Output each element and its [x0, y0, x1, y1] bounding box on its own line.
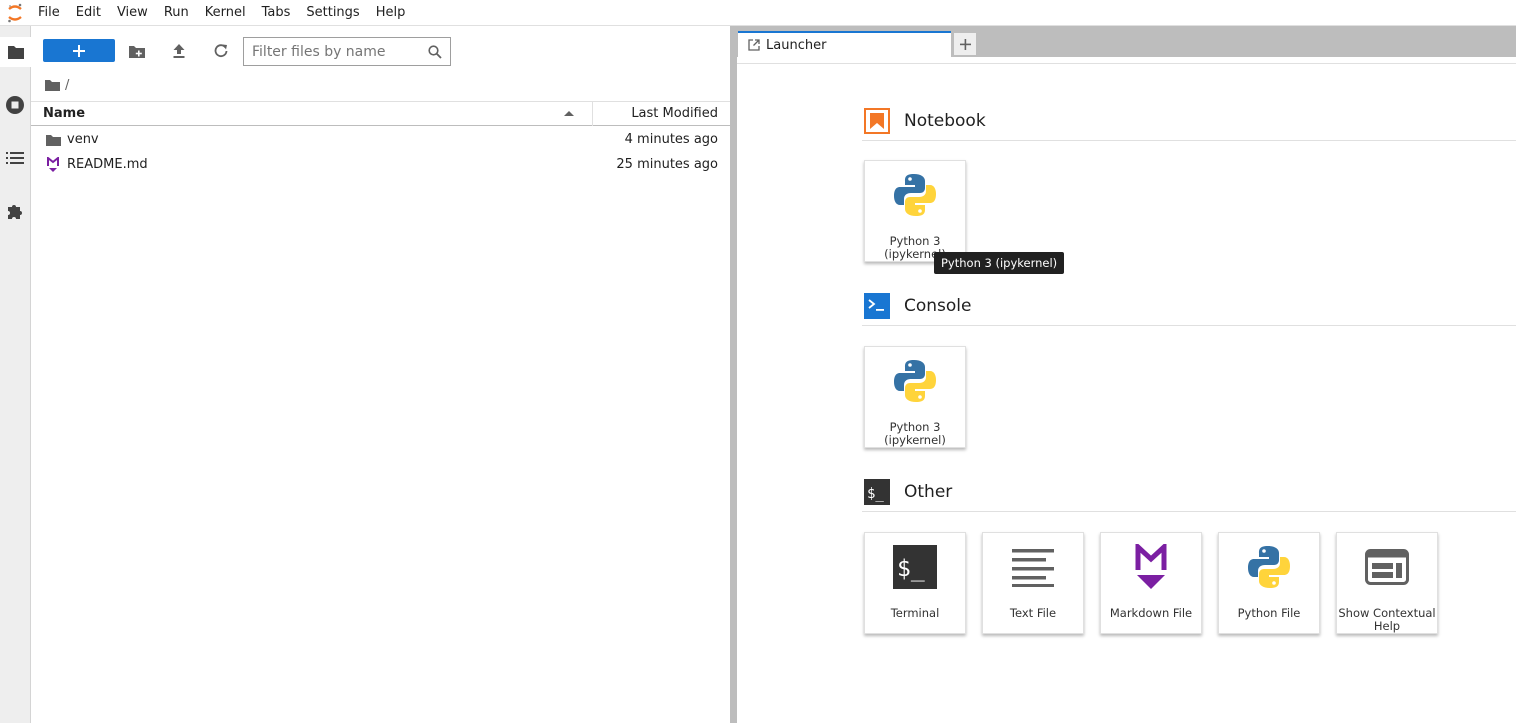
menu-edit[interactable]: Edit — [68, 0, 109, 26]
filter-files-input[interactable] — [244, 39, 422, 64]
home-folder-icon[interactable] — [45, 79, 60, 91]
jupyter-logo-icon — [0, 0, 30, 26]
new-folder-button[interactable] — [124, 39, 150, 63]
python-logo-icon — [1243, 541, 1295, 593]
menu-help[interactable]: Help — [368, 0, 414, 26]
file-browser-tab[interactable] — [0, 37, 31, 67]
launch-icon — [747, 38, 761, 52]
text-file-icon — [1007, 541, 1059, 593]
section-title: Other — [904, 481, 953, 502]
console-python3-card[interactable]: Python 3 (ipykernel) — [864, 346, 966, 448]
card-label: Text File — [1009, 606, 1057, 620]
menu-settings[interactable]: Settings — [298, 0, 367, 26]
file-name: venv — [67, 132, 99, 147]
file-row-venv[interactable]: venv 4 minutes ago — [31, 127, 730, 152]
refresh-icon — [214, 44, 228, 58]
card-label: Python 3 (ipykernel) — [884, 420, 946, 447]
notebook-python3-card[interactable]: Python 3 (ipykernel) — [864, 160, 966, 262]
card-label: Markdown File — [1109, 606, 1193, 620]
tab-bar: Launcher — [737, 26, 1516, 57]
upload-button[interactable] — [166, 39, 192, 63]
console-icon — [863, 292, 891, 320]
folder-icon — [45, 132, 61, 148]
python-logo-icon — [889, 169, 941, 221]
plus-icon — [73, 44, 85, 57]
menubar: File Edit View Run Kernel Tabs Settings … — [0, 0, 1516, 26]
contextual-help-card[interactable]: Show Contextual Help — [1336, 532, 1438, 634]
table-of-contents-tab[interactable] — [0, 143, 30, 173]
terminal-card[interactable]: $_ Terminal — [864, 532, 966, 634]
list-icon — [6, 152, 24, 164]
last-modified-column-header[interactable]: Last Modified — [594, 102, 730, 126]
terminal-icon: $_ — [889, 541, 941, 593]
notebook-icon — [863, 107, 891, 135]
python-file-card[interactable]: Python File — [1218, 532, 1320, 634]
new-launcher-button[interactable] — [43, 39, 115, 62]
menu-tabs[interactable]: Tabs — [254, 0, 299, 26]
tab-label: Launcher — [766, 37, 827, 53]
file-modified: 4 minutes ago — [624, 132, 718, 147]
name-column-header[interactable]: Name — [31, 102, 593, 126]
card-label: Terminal — [890, 606, 940, 620]
new-folder-icon — [129, 45, 145, 58]
card-label: Python File — [1237, 606, 1301, 620]
notebook-section-header: Notebook — [862, 101, 1516, 141]
refresh-button[interactable] — [208, 39, 234, 63]
puzzle-icon — [8, 205, 22, 219]
markdown-file-icon — [45, 156, 61, 173]
svg-text:$_: $_ — [867, 486, 884, 502]
file-browser-panel: / Name Last Modified venv 4 minutes ago … — [31, 26, 730, 723]
extension-manager-tab[interactable] — [0, 196, 30, 226]
contextual-help-icon — [1361, 541, 1413, 593]
upload-icon — [173, 44, 185, 58]
panel-splitter[interactable] — [730, 26, 737, 723]
file-name: README.md — [67, 157, 148, 172]
folder-icon — [7, 46, 24, 59]
menu-file[interactable]: File — [30, 0, 68, 26]
breadcrumb: / — [45, 74, 69, 96]
markdown-file-card[interactable]: Markdown File — [1100, 532, 1202, 634]
section-title: Notebook — [904, 110, 986, 131]
name-column-label: Name — [43, 106, 86, 121]
main-dock-area: Launcher Notebook Python 3 (ipykernel) C… — [737, 26, 1516, 723]
other-section-header: $_ Other — [862, 472, 1516, 512]
new-tab-button[interactable] — [953, 32, 977, 56]
left-activity-bar — [0, 26, 31, 723]
running-sessions-tab[interactable] — [0, 90, 30, 120]
plus-icon — [959, 38, 971, 50]
breadcrumb-separator: / — [65, 77, 70, 93]
file-modified: 25 minutes ago — [616, 157, 718, 172]
terminal-icon: $_ — [863, 478, 891, 506]
python-logo-icon — [889, 355, 941, 407]
tab-content-border — [737, 57, 1516, 64]
svg-text:$_: $_ — [897, 556, 925, 582]
tab-launcher[interactable]: Launcher — [738, 31, 951, 57]
filter-box — [243, 37, 451, 66]
card-label: Show Contextual Help — [1338, 606, 1436, 633]
menu-run[interactable]: Run — [156, 0, 197, 26]
console-section-header: Console — [862, 286, 1516, 326]
sort-ascending-icon — [564, 111, 574, 116]
menu-view[interactable]: View — [109, 0, 156, 26]
markdown-icon — [1125, 541, 1177, 593]
search-icon — [428, 44, 442, 59]
section-title: Console — [904, 295, 972, 316]
text-file-card[interactable]: Text File — [982, 532, 1084, 634]
file-browser-toolbar — [31, 26, 730, 76]
stop-circle-icon — [6, 96, 24, 114]
file-listing-header: Name Last Modified — [31, 101, 730, 126]
kernel-tooltip: Python 3 (ipykernel) — [934, 252, 1065, 274]
menu-kernel[interactable]: Kernel — [197, 0, 254, 26]
file-row-readme[interactable]: README.md 25 minutes ago — [31, 152, 730, 177]
